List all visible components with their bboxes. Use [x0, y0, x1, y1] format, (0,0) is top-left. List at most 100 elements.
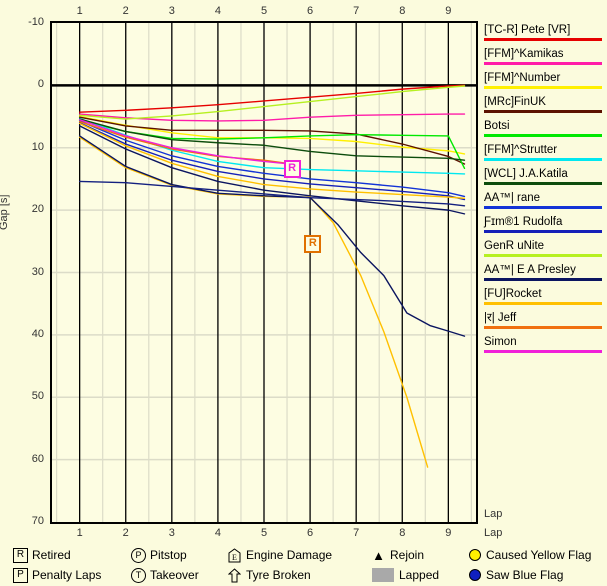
key-entry: P Penalty Laps	[12, 565, 101, 585]
x-tick-label: 4	[214, 527, 221, 539]
key-entry-label: Caused Yellow Flag	[486, 548, 592, 562]
legend-item[interactable]: [TC-R] Pete [VR]	[484, 24, 604, 41]
legend-item[interactable]: GenR uNite	[484, 240, 604, 257]
legend-color-swatch	[484, 86, 602, 89]
x-tick-label: 7	[353, 527, 360, 539]
legend-item[interactable]: [FFM]^Kamikas	[484, 48, 604, 65]
x-axis-label-bottom: Lap	[484, 527, 503, 539]
legend-item-label: |र| Jeff	[484, 312, 517, 324]
legend-color-swatch	[484, 206, 602, 209]
y-tick-label: 0	[37, 78, 44, 91]
legend-item[interactable]: |र| Jeff	[484, 312, 604, 329]
key-entry: Saw Blue Flag	[466, 565, 591, 585]
key-entry: ▲ Rejoin	[370, 545, 439, 565]
legend-item-label: [MRc]FinUK	[484, 96, 546, 108]
circle-P-icon: P	[130, 547, 147, 563]
y-tick-label: 20	[31, 203, 44, 216]
legend-color-swatch	[484, 134, 602, 137]
key-entry: R Retired	[12, 545, 101, 565]
y-tick-label: 10	[31, 140, 44, 153]
legend-item[interactable]: [FU]Rocket	[484, 288, 604, 305]
key-entry-label: Pitstop	[150, 548, 187, 562]
legend-item[interactable]: Botsi	[484, 120, 604, 137]
key-entry: P Pitstop	[130, 545, 199, 565]
lap-gap-chart: Gap [s] -10 0 10 20 30 40 50 60 70 123456789 123…	[0, 0, 502, 545]
y-tick-label: -10	[28, 16, 44, 28]
series-lines	[52, 23, 476, 522]
legend-color-swatch	[484, 278, 602, 281]
x-tick-label: 3	[168, 527, 175, 539]
legend-item-label: [TC-R] Pete [VR]	[484, 24, 571, 36]
legend-color-swatch	[484, 38, 602, 41]
legend-item-label: Simon	[484, 336, 517, 348]
key-entry: Lapped	[370, 565, 439, 585]
legend-item-label: GenR uNite	[484, 240, 545, 252]
legend-item-label: [FFM]^Strutter	[484, 144, 558, 156]
x-tick-label: 7	[353, 5, 360, 17]
x-axis-label-top: Lap	[484, 508, 503, 520]
legend-item[interactable]: Simon	[484, 336, 604, 353]
key-entry-label: Tyre Broken	[246, 568, 311, 582]
grey-box-lapped-icon	[370, 568, 396, 583]
legend-color-swatch	[484, 62, 602, 65]
key-entry-label: Engine Damage	[246, 548, 333, 562]
x-tick-label: 2	[122, 5, 129, 17]
plot-area	[50, 21, 478, 524]
x-tick-label: 4	[214, 5, 221, 17]
legend-color-swatch	[484, 110, 602, 113]
y-tick-label: 60	[31, 452, 44, 465]
legend-color-swatch	[484, 350, 602, 353]
key-entry: T Takeover	[130, 565, 199, 585]
key-entry-label: Penalty Laps	[32, 568, 102, 582]
key-entry: E Engine Damage	[226, 545, 332, 565]
circle-T-icon: T	[130, 567, 147, 583]
retired-marker[interactable]: R	[283, 159, 301, 178]
key-entry-label: Rejoin	[390, 548, 425, 562]
x-tick-label: 2	[122, 527, 129, 539]
legend-item[interactable]: [FFM]^Number	[484, 72, 604, 89]
key-entry-label: Lapped	[399, 568, 440, 582]
key-column: R Retired P Penalty Laps	[12, 545, 101, 585]
legend-item-label: [FU]Rocket	[484, 288, 542, 300]
key-column: Caused Yellow Flag Saw Blue Flag	[466, 545, 591, 585]
x-tick-label: 9	[445, 527, 452, 539]
key-entry-label: Retired	[32, 548, 71, 562]
key-column: P Pitstop T Takeover	[130, 545, 199, 585]
key-entry-label: Takeover	[150, 568, 199, 582]
legend-item[interactable]: [FFM]^Strutter	[484, 144, 604, 161]
x-tick-label: 5	[260, 527, 268, 539]
key-entry: Tyre Broken	[226, 565, 332, 585]
legend-item-label: Ƒɪm®1 Rudolfa	[484, 216, 563, 228]
legend-item-label: Botsi	[484, 120, 510, 132]
legend-item-label: [WCL] J.A.Katila	[484, 168, 568, 180]
key-entry: Caused Yellow Flag	[466, 545, 591, 565]
tyre-broken-icon	[226, 567, 243, 583]
key-entry-label: Saw Blue Flag	[486, 568, 564, 582]
square-R-icon: R	[12, 547, 29, 563]
yellow-dot-icon	[466, 548, 483, 563]
legend-color-swatch	[484, 302, 602, 305]
key-column: ▲ Rejoin Lapped	[370, 545, 439, 585]
legend-color-swatch	[484, 158, 602, 161]
x-tick-label: 6	[307, 5, 314, 17]
x-tick-label: 3	[168, 5, 175, 17]
legend-item[interactable]: AA™| E A Presley	[484, 264, 604, 281]
x-tick-label: 1	[76, 527, 83, 539]
legend-item-label: AA™| E A Presley	[484, 264, 576, 276]
y-tick-label: 30	[31, 265, 44, 278]
legend-color-swatch	[484, 182, 602, 185]
legend-item[interactable]: Ƒɪm®1 Rudolfa	[484, 216, 604, 233]
legend-color-swatch	[484, 230, 602, 233]
legend-item-label: AA™| rane	[484, 192, 541, 204]
legend-item[interactable]: AA™| rane	[484, 192, 604, 209]
blue-dot-icon	[466, 568, 483, 583]
key-column: E Engine Damage Tyre Broken	[226, 545, 332, 585]
legend-item[interactable]: [WCL] J.A.Katila	[484, 168, 604, 185]
x-tick-label: 9	[445, 5, 452, 17]
legend-item[interactable]: [MRc]FinUK	[484, 96, 604, 113]
retired-marker[interactable]: R	[304, 234, 322, 253]
x-tick-label: 8	[399, 5, 406, 17]
y-tick-label: 70	[31, 515, 44, 527]
y-tick-label: 50	[31, 390, 44, 403]
legend-item-label: [FFM]^Number	[484, 72, 561, 84]
